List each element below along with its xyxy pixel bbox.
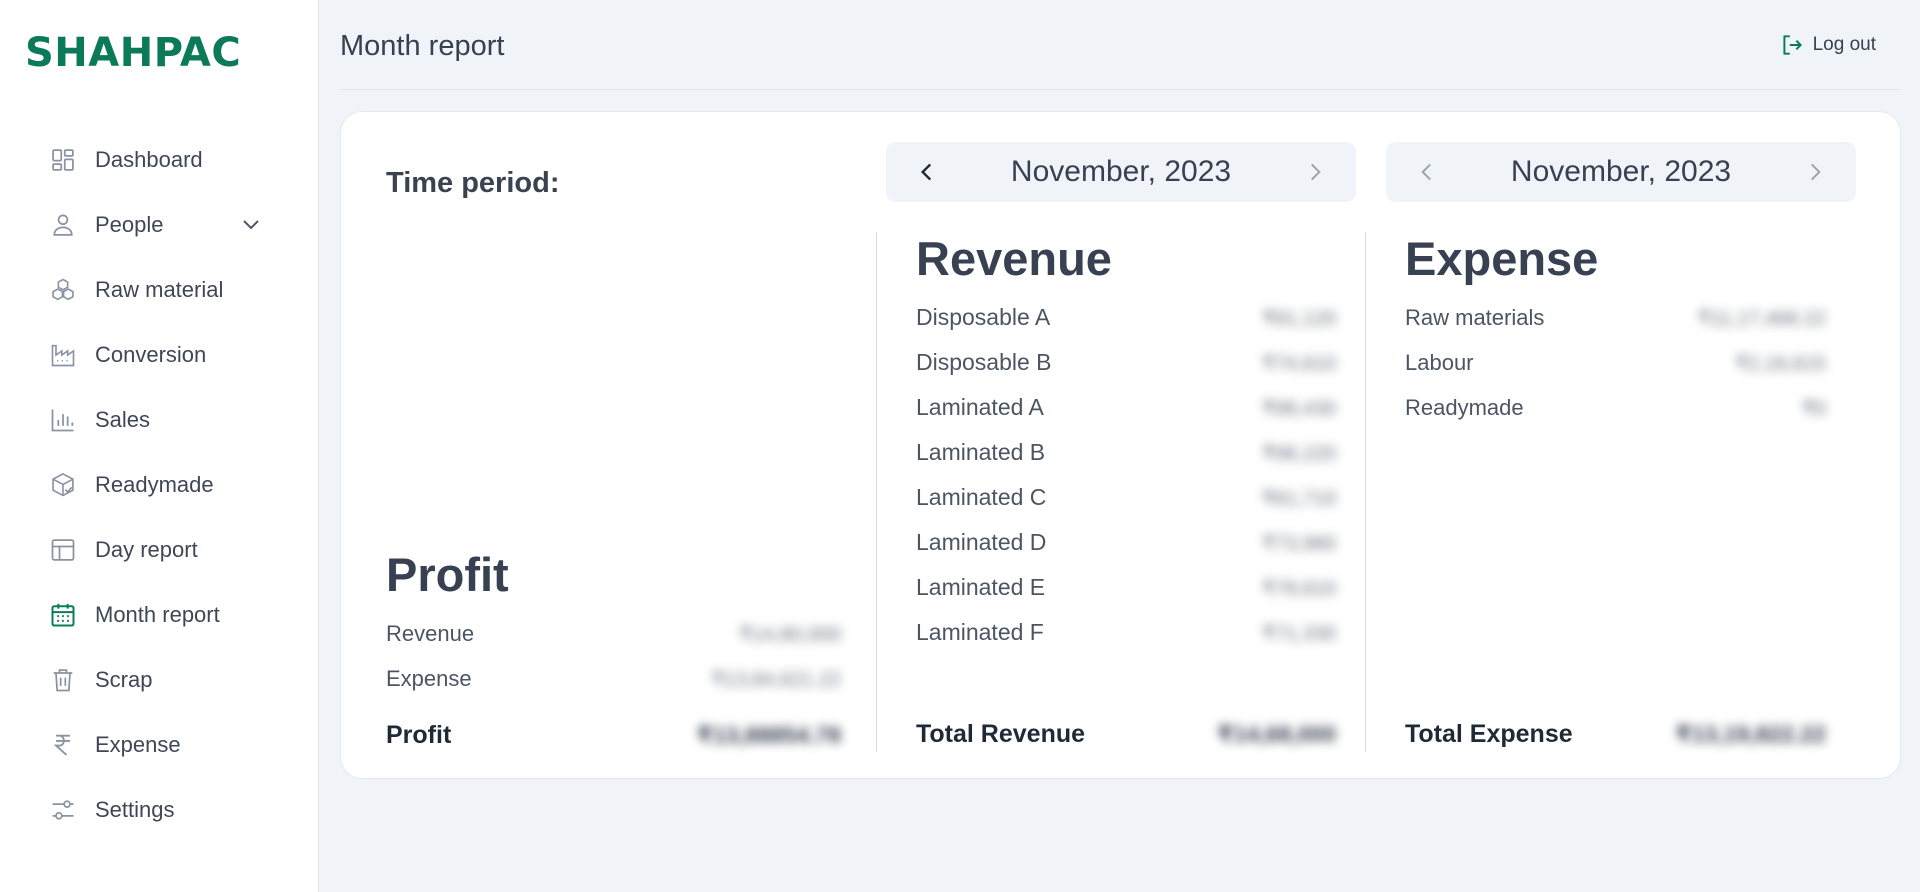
sidebar: SHAHPAC Dashboard People Raw material Co… <box>0 0 319 892</box>
sidebar-item-label: Expense <box>95 731 181 757</box>
expense-row-label: Raw materials <box>1405 305 1545 330</box>
profit-expense-label: Expense <box>386 666 472 691</box>
month-report-card: Time period: November, 2023 November, 20… <box>340 111 1901 779</box>
sidebar-item-scrap[interactable]: Scrap <box>48 647 278 712</box>
sidebar-item-month-report[interactable]: Month report <box>48 582 278 647</box>
expense-total-value: ₹13,19,822.22 <box>1675 721 1826 747</box>
chevron-left-icon <box>1421 163 1431 181</box>
user-icon <box>48 210 78 240</box>
profit-revenue-label: Revenue <box>386 621 475 646</box>
logout-icon <box>1783 35 1802 55</box>
next-month-button[interactable] <box>1302 159 1328 185</box>
expense-row-value: ₹11,17,468.22 <box>1697 308 1826 330</box>
revenue-row-label: Laminated C <box>916 484 1047 510</box>
month-picker-left: November, 2023 <box>886 142 1356 202</box>
revenue-row-label: Laminated D <box>916 529 1047 555</box>
time-period-label: Time period: <box>386 167 560 199</box>
chevron-right-icon <box>1811 163 1821 181</box>
next-month-button[interactable] <box>1802 159 1828 185</box>
revenue-row-value: ₹78,610 <box>1262 578 1336 600</box>
revenue-total-label: Total Revenue <box>916 720 1086 748</box>
sidebar-item-label: Scrap <box>95 666 153 692</box>
revenue-row-value: ₹61,710 <box>1262 488 1336 510</box>
revenue-row-label: Laminated A <box>916 394 1044 420</box>
calendar-icon <box>48 600 78 630</box>
sidebar-item-label: Dashboard <box>95 146 203 172</box>
logout-label: Log out <box>1812 34 1876 55</box>
sidebar-item-expense[interactable]: Expense <box>48 712 278 777</box>
revenue-total-value: ₹14,68,000 <box>1217 721 1336 747</box>
sidebar-item-sales[interactable]: Sales <box>48 387 278 452</box>
prev-month-button[interactable] <box>914 159 940 185</box>
revenue-row-label: Laminated F <box>916 619 1044 645</box>
sidebar-item-settings[interactable]: Settings <box>48 777 278 842</box>
chevron-left-icon <box>920 163 932 181</box>
factory-icon <box>48 340 78 370</box>
chevron-right-icon <box>1311 163 1321 181</box>
sidebar-item-people[interactable]: People <box>48 192 278 257</box>
sidebar-item-raw-material[interactable]: Raw material <box>48 257 278 322</box>
profit-total-value: ₹13,88854.78 <box>697 722 841 748</box>
sidebar-item-day-report[interactable]: Day report <box>48 517 278 582</box>
header-divider <box>340 89 1900 90</box>
revenue-row-label: Laminated B <box>916 439 1046 465</box>
revenue-row-value: ₹71,330 <box>1262 623 1336 645</box>
expense-total-label: Total Expense <box>1405 720 1573 748</box>
revenue-row-value: ₹98,430 <box>1262 398 1336 420</box>
expense-row-label: Labour <box>1405 350 1474 375</box>
column-divider <box>876 232 877 752</box>
cubes-icon <box>48 275 78 305</box>
expense-row-value: ₹0 <box>1802 398 1826 420</box>
month-label: November, 2023 <box>1010 155 1232 188</box>
sidebar-item-label: Month report <box>95 601 220 627</box>
month-label: November, 2023 <box>1510 155 1732 188</box>
revenue-title: Revenue <box>916 232 1112 285</box>
profit-title: Profit <box>386 548 509 601</box>
sidebar-item-label: Day report <box>95 536 198 562</box>
page-title: Month report <box>340 30 505 62</box>
expense-title: Expense <box>1405 232 1599 285</box>
table-icon <box>48 535 78 565</box>
revenue-row-value: ₹74,610 <box>1262 353 1336 375</box>
profit-revenue-value: ₹14,80,000 <box>739 624 841 646</box>
sliders-icon <box>48 795 78 825</box>
brand-logo[interactable]: SHAHPAC <box>25 30 241 76</box>
package-icon <box>48 470 78 500</box>
profit-expense-value: ₹13,84,621.22 <box>711 669 841 691</box>
profit-total-label: Profit <box>386 721 452 749</box>
sidebar-item-label: Readymade <box>95 471 214 497</box>
sidebar-item-label: Raw material <box>95 276 224 302</box>
rupee-icon <box>48 730 78 760</box>
sidebar-item-conversion[interactable]: Conversion <box>48 322 278 387</box>
revenue-row-value: ₹73,980 <box>1262 533 1336 555</box>
revenue-row-value: ₹81,120 <box>1262 308 1336 330</box>
sidebar-item-label: People <box>95 211 164 237</box>
chevron-down-icon[interactable] <box>239 212 263 236</box>
month-picker-right: November, 2023 <box>1386 142 1856 202</box>
trash-icon <box>48 665 78 695</box>
prev-month-button[interactable] <box>1414 159 1440 185</box>
grid-icon <box>48 145 78 175</box>
sidebar-nav: Dashboard People Raw material Conversion <box>48 127 278 842</box>
sidebar-item-label: Conversion <box>95 341 207 367</box>
revenue-row-label: Laminated E <box>916 574 1046 600</box>
sidebar-item-label: Sales <box>95 406 151 432</box>
bar-chart-icon <box>48 405 78 435</box>
sidebar-item-dashboard[interactable]: Dashboard <box>48 127 278 192</box>
sidebar-item-label: Settings <box>95 796 175 822</box>
revenue-row-value: ₹96,220 <box>1262 443 1336 465</box>
revenue-row-label: Disposable A <box>916 304 1051 330</box>
column-divider <box>1365 232 1366 752</box>
revenue-row-label: Disposable B <box>916 349 1052 375</box>
logout-button[interactable]: Log out <box>1779 32 1876 58</box>
expense-row-value: ₹2,16,615 <box>1735 353 1826 375</box>
sidebar-item-readymade[interactable]: Readymade <box>48 452 278 517</box>
expense-row-label: Readymade <box>1405 395 1524 420</box>
